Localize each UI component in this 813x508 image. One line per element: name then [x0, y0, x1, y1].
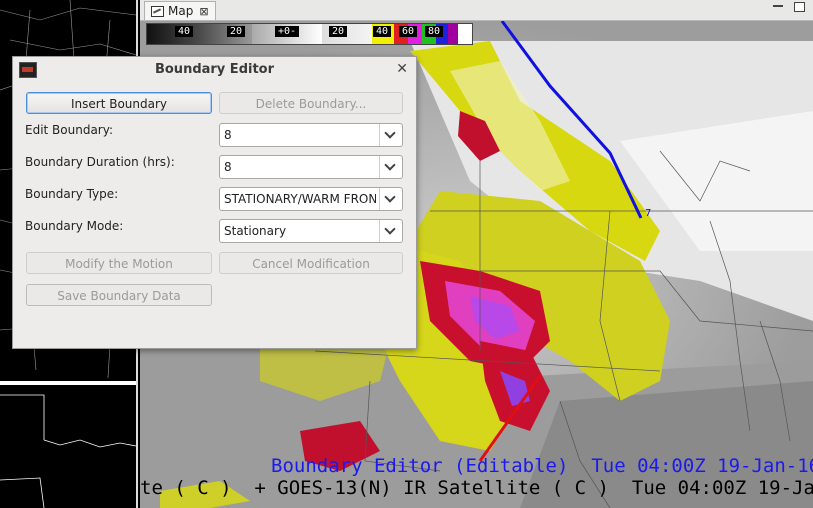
color-scale-bar: 40 20 +0- 20 40 60 80: [146, 23, 473, 45]
colorbar-label: 20: [227, 26, 246, 37]
satellite-status-label: te ( C ) + GOES-13(N) IR Satellite ( C ): [140, 477, 609, 499]
editor-status-time: Tue 04:00Z 19-Jan-16: [591, 455, 813, 477]
boundary-duration-select[interactable]: 8: [219, 155, 403, 179]
close-icon[interactable]: ✕: [396, 61, 408, 77]
boundary-duration-label: Boundary Duration (hrs):: [25, 155, 175, 169]
colorbar-label: 40: [373, 26, 392, 37]
delete-boundary-button[interactable]: Delete Boundary...: [219, 92, 403, 114]
colorbar-label: 60: [399, 26, 418, 37]
boundary-mode-value: Stationary: [224, 224, 287, 238]
colorbar-label: 40: [175, 26, 194, 37]
edit-boundary-label: Edit Boundary:: [25, 123, 114, 137]
boundary-duration-value: 8: [224, 160, 232, 174]
dialog-title: Boundary Editor: [154, 62, 275, 77]
chevron-down-icon[interactable]: [379, 188, 402, 210]
edit-boundary-select[interactable]: 8: [219, 123, 403, 147]
chevron-down-icon[interactable]: [379, 124, 402, 146]
boundary-type-value: STATIONARY/WARM FRONT: [224, 192, 376, 206]
cancel-modification-button[interactable]: Cancel Modification: [219, 252, 403, 274]
satellite-status: te ( C ) + GOES-13(N) IR Satellite ( C )…: [140, 477, 813, 499]
dialog-titlebar[interactable]: Boundary Editor ✕: [13, 57, 416, 83]
satellite-status-time: Tue 04:00Z 19-Jan-16: [631, 477, 813, 499]
close-tab-icon[interactable]: ⊠: [199, 5, 208, 18]
svg-text:7: 7: [645, 208, 651, 219]
chevron-down-icon[interactable]: [379, 220, 402, 242]
edit-boundary-value: 8: [224, 128, 232, 142]
colorbar-label: 20: [329, 26, 348, 37]
boundary-editor-status: Boundary Editor (Editable) Tue 04:00Z 19…: [271, 455, 813, 477]
boundary-type-select[interactable]: STATIONARY/WARM FRONT: [219, 187, 403, 211]
colorbar-label: +0-: [275, 26, 300, 37]
boundary-type-label: Boundary Type:: [25, 187, 119, 201]
map-tab-label: Map: [168, 4, 194, 18]
minimize-view-icon[interactable]: [773, 5, 783, 7]
boundary-mode-select[interactable]: Stationary: [219, 219, 403, 243]
insert-boundary-button[interactable]: Insert Boundary: [26, 92, 212, 114]
chevron-down-icon[interactable]: [379, 156, 402, 178]
tab-map[interactable]: Map ⊠: [144, 1, 216, 20]
save-boundary-data-button[interactable]: Save Boundary Data: [26, 284, 212, 306]
boundary-mode-label: Boundary Mode:: [25, 219, 124, 233]
map-tab-icon: [151, 5, 164, 17]
colorbar-label: 80: [425, 26, 444, 37]
map-tab-bar: Map ⊠: [140, 0, 813, 21]
modify-motion-button[interactable]: Modify the Motion: [26, 252, 212, 274]
boundary-editor-dialog[interactable]: Boundary Editor ✕ Insert Boundary Delete…: [12, 56, 417, 349]
maximize-view-icon[interactable]: [794, 2, 805, 12]
editor-status-label: Boundary Editor (Editable): [271, 455, 569, 477]
